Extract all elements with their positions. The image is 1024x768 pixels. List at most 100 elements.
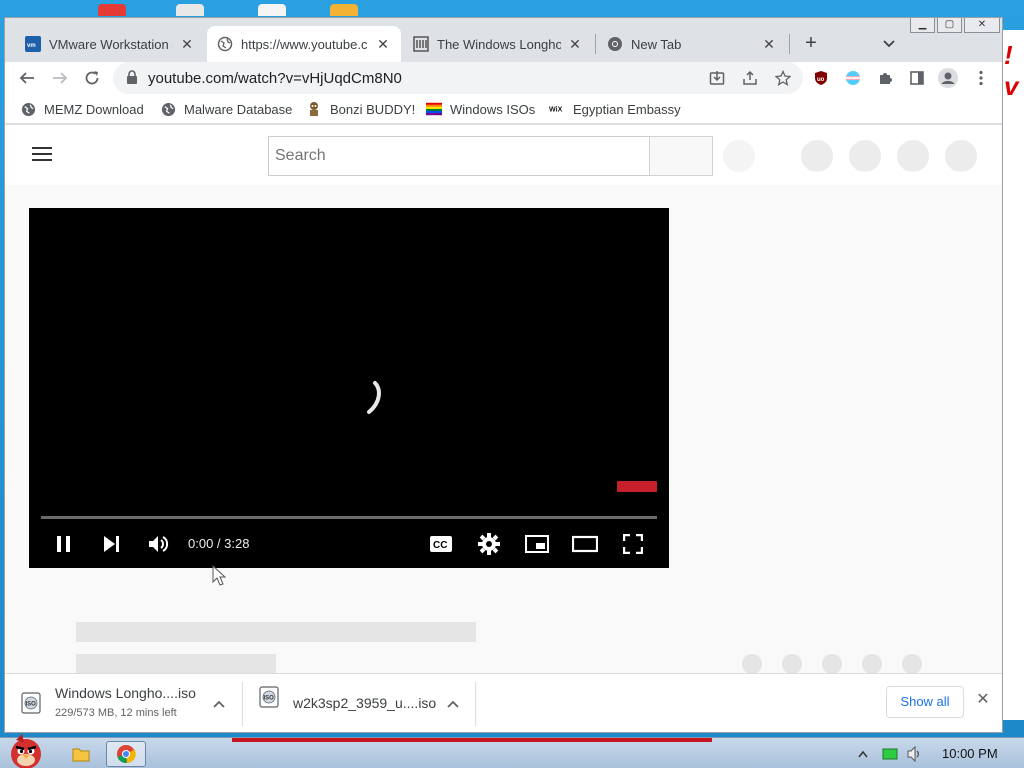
address-bar[interactable]: youtube.com/watch?v=vHjUqdCm8N0 (113, 62, 803, 94)
download-filename: w2k3sp2_3959_u....iso (293, 695, 437, 711)
minimize-button[interactable]: ▁ (910, 18, 935, 33)
progress-bar[interactable] (41, 516, 657, 519)
tab-close-icon[interactable]: ✕ (761, 36, 777, 53)
tab-youtube[interactable]: https://www.youtube.c ✕ (207, 26, 401, 62)
search-input[interactable] (268, 136, 650, 176)
bookmark-bonzi[interactable]: Bonzi BUDDY! (306, 99, 415, 119)
network-icon[interactable] (878, 741, 902, 767)
fullscreen-button[interactable] (615, 530, 651, 558)
browser-toolbar: youtube.com/watch?v=vHjUqdCm8N0 uo (5, 62, 1002, 94)
header-icon-placeholder[interactable] (897, 140, 929, 172)
back-button[interactable] (13, 64, 41, 92)
new-tab-button[interactable]: + (797, 30, 825, 58)
subscribe-watermark[interactable] (617, 481, 657, 492)
bookmark-label: Windows ISOs (450, 101, 536, 117)
angry-bird-icon (11, 734, 41, 768)
globe-icon (160, 101, 176, 117)
desktop-icon-white (176, 4, 204, 16)
svg-text:ISO: ISO (26, 702, 37, 708)
tab-longhorn[interactable]: The Windows Longhorn ✕ (403, 26, 593, 62)
cc-icon: CC (430, 536, 452, 552)
tab-strip: vm VMware Workstation 8 ✕ https://www.yo… (5, 18, 1002, 62)
taskbar-chrome[interactable] (106, 741, 146, 767)
pause-button[interactable] (46, 530, 82, 558)
bookmark-malware-db[interactable]: Malware Database (160, 99, 292, 119)
tab-new-tab[interactable]: New Tab ✕ (597, 26, 787, 62)
bookmark-label: MEMZ Download (44, 101, 144, 117)
extension-flag-icon[interactable] (839, 64, 867, 92)
theater-icon (572, 535, 598, 553)
header-icon-placeholder[interactable] (849, 140, 881, 172)
taskbar-explorer[interactable] (61, 741, 101, 767)
desktop-icon-red (98, 4, 126, 16)
share-icon[interactable] (736, 64, 764, 92)
tab-separator (789, 34, 790, 54)
settings-button[interactable] (471, 530, 507, 558)
tab-close-icon[interactable]: ✕ (567, 36, 583, 53)
hamburger-menu-icon[interactable] (32, 147, 52, 163)
subtitle-placeholder (76, 654, 276, 674)
chevron-up-icon[interactable] (443, 694, 463, 714)
bookmark-star-icon[interactable] (769, 64, 797, 92)
avatar-placeholder[interactable] (945, 140, 977, 172)
download-separator (475, 682, 476, 726)
desktop-icon-folder (258, 4, 286, 16)
voice-search-placeholder[interactable] (723, 140, 755, 172)
download-separator (242, 682, 243, 726)
reload-button[interactable] (78, 64, 106, 92)
mouse-cursor-icon (212, 565, 227, 586)
bookmark-memz[interactable]: MEMZ Download (20, 99, 144, 119)
bookmark-egyptian-embassy[interactable]: WiX Egyptian Embassy (549, 99, 681, 119)
install-app-icon[interactable] (703, 64, 731, 92)
title-placeholder (76, 622, 476, 642)
bookmark-label: Malware Database (184, 101, 293, 117)
close-download-shelf-icon[interactable]: ✕ (973, 690, 993, 710)
fullscreen-icon (623, 534, 643, 554)
maximize-button[interactable]: ▢ (937, 18, 962, 33)
loading-spinner-icon (367, 381, 381, 414)
search-button[interactable] (649, 136, 713, 176)
tab-title: The Windows Longhorn (437, 36, 561, 52)
tab-vmware[interactable]: vm VMware Workstation 8 ✕ (15, 26, 205, 62)
miniplayer-button[interactable] (519, 530, 555, 558)
volume-tray-icon[interactable] (902, 741, 928, 767)
download-item-w2k3[interactable]: ISO w2k3sp2_3959_u....iso (259, 680, 469, 728)
bookmark-windows-isos[interactable]: Windows ISOs (426, 99, 535, 119)
side-panel-icon[interactable] (903, 64, 931, 92)
forward-button[interactable] (46, 64, 74, 92)
volume-button[interactable] (140, 530, 176, 558)
iso-file-icon: ISO (259, 686, 279, 708)
svg-text:uo: uo (817, 77, 825, 83)
action-placeholder (902, 654, 922, 674)
ublock-icon[interactable]: uo (807, 64, 835, 92)
taskbar-clock[interactable]: 10:00 PM (942, 746, 998, 761)
header-icon-placeholder[interactable] (801, 140, 833, 172)
bookmark-label: Bonzi BUDDY! (330, 101, 416, 117)
museum-icon (413, 36, 429, 52)
tray-expand-icon[interactable] (852, 741, 874, 767)
start-button[interactable] (2, 732, 48, 768)
video-player[interactable]: 0:00 / 3:28 CC (29, 208, 669, 568)
chevron-up-icon[interactable] (209, 694, 229, 714)
action-placeholder (862, 654, 882, 674)
tab-close-icon[interactable]: ✕ (375, 36, 391, 53)
kebab-menu-icon[interactable] (967, 64, 995, 92)
show-all-downloads-button[interactable]: Show all (886, 686, 964, 718)
captions-button[interactable]: CC (423, 530, 459, 558)
lock-icon (127, 70, 137, 84)
tab-title: New Tab (631, 36, 682, 52)
action-placeholder (742, 654, 762, 674)
tab-search-icon[interactable] (875, 30, 903, 58)
theater-mode-button[interactable] (567, 530, 603, 558)
globe-icon (20, 101, 36, 117)
extensions-puzzle-icon[interactable] (871, 64, 899, 92)
svg-text:WiX: WiX (549, 106, 563, 114)
tab-close-icon[interactable]: ✕ (179, 36, 195, 53)
browser-window: vm VMware Workstation 8 ✕ https://www.yo… (4, 17, 1003, 733)
close-window-button[interactable]: ✕ (964, 18, 1000, 33)
volume-icon (149, 536, 169, 552)
download-item-longhorn[interactable]: ISO Windows Longho....iso 229/573 MB, 12… (21, 680, 231, 728)
profile-avatar-icon[interactable] (934, 64, 962, 92)
rainbow-flag-icon (426, 101, 442, 117)
next-button[interactable] (93, 530, 129, 558)
